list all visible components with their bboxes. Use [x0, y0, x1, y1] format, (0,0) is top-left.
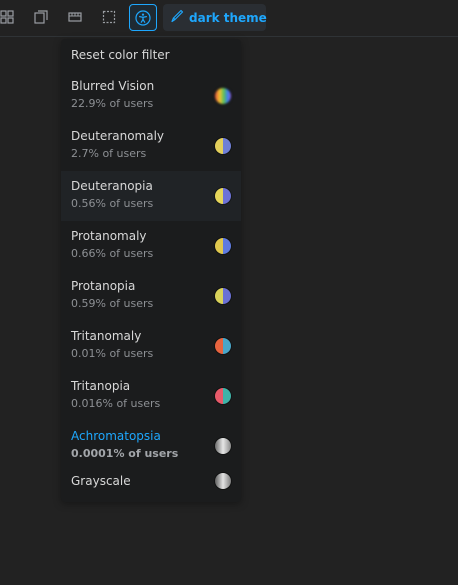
accessibility-icon — [135, 9, 151, 26]
filter-item-title: Achromatopsia — [71, 429, 161, 443]
filter-item-protanomaly[interactable]: Protanomaly 0.66% of users — [61, 221, 241, 271]
grid-icon — [0, 10, 14, 24]
filter-item-subtitle: 0.56% of users — [71, 197, 154, 210]
filter-item-title: Tritanopia — [71, 379, 131, 393]
filter-item-grayscale[interactable]: Grayscale — [61, 461, 241, 502]
filter-item-deuteranomaly[interactable]: Deuteranomaly 2.7% of users — [61, 121, 241, 171]
filter-item-protanopia[interactable]: Protanopia 0.59% of users — [61, 271, 241, 321]
reset-color-filter[interactable]: Reset color filter — [61, 39, 241, 71]
measure-button[interactable] — [96, 4, 122, 30]
measure-icon — [102, 10, 116, 24]
filter-item-subtitle: 0.01% of users — [71, 347, 154, 360]
filter-item-deuteranopia[interactable]: Deuteranopia 0.56% of users — [61, 171, 241, 221]
filter-item-title: Tritanomaly — [71, 329, 142, 343]
color-filter-menu: Reset color filter Blurred Vision 22.9% … — [61, 39, 241, 502]
filter-item-tritanopia[interactable]: Tritanopia 0.016% of users — [61, 371, 241, 421]
blurred-rainbow-swatch-icon — [215, 88, 231, 104]
theme-label: dark theme — [189, 10, 267, 25]
filter-item-subtitle: 2.7% of users — [71, 147, 147, 160]
filter-item-tritanomaly[interactable]: Tritanomaly 0.01% of users — [61, 321, 241, 371]
filter-item-title: Blurred Vision — [71, 79, 155, 93]
grayscale-swatch-icon — [215, 473, 231, 489]
tritanomaly-swatch-icon — [215, 338, 231, 354]
ruler-icon — [68, 10, 82, 24]
filter-item-title: Deuteranopia — [71, 179, 153, 193]
brush-icon — [170, 8, 184, 27]
grid-button[interactable] — [0, 4, 20, 30]
ruler-button[interactable] — [62, 4, 88, 30]
filter-item-subtitle: 0.016% of users — [71, 397, 161, 410]
deuteranomaly-swatch-icon — [215, 138, 231, 154]
achromatopsia-swatch-icon — [215, 438, 231, 454]
protanomaly-swatch-icon — [215, 238, 231, 254]
filter-item-subtitle: 0.66% of users — [71, 247, 154, 260]
outline-icon — [34, 10, 48, 24]
tritanopia-swatch-icon — [215, 388, 231, 404]
filter-item-blurred-vision[interactable]: Blurred Vision 22.9% of users — [61, 71, 241, 121]
filter-item-subtitle: 0.59% of users — [71, 297, 154, 310]
filter-item-subtitle: 22.9% of users — [71, 97, 154, 110]
protanopia-swatch-icon — [215, 288, 231, 304]
toolbar: dark theme — [0, 0, 458, 37]
theme-button[interactable]: dark theme — [163, 4, 267, 31]
filter-item-title: Deuteranomaly — [71, 129, 165, 143]
deuteranopia-swatch-icon — [215, 188, 231, 204]
outline-button[interactable] — [28, 4, 54, 30]
filter-item-title: Protanopia — [71, 279, 136, 293]
accessibility-button[interactable] — [129, 4, 157, 31]
filter-item-title: Protanomaly — [71, 229, 147, 243]
filter-item-title: Grayscale — [71, 474, 131, 488]
filter-item-subtitle: 0.0001% of users — [71, 447, 179, 460]
